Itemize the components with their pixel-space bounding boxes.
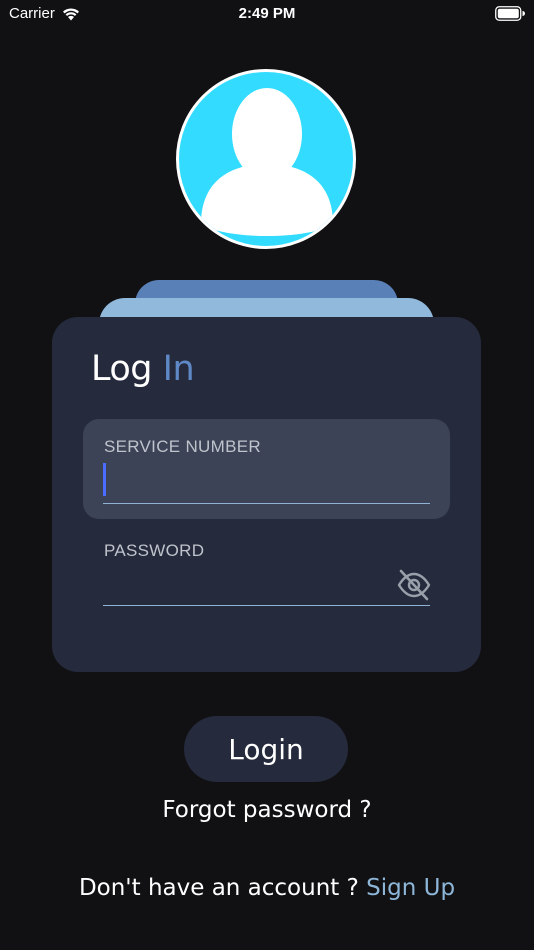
password-input[interactable] [103,565,393,597]
card-title-in: In [162,349,195,389]
password-field[interactable]: PASSWORD [83,523,450,609]
service-number-underline [103,503,430,504]
forgot-password-link[interactable]: Forgot password ? [0,797,534,823]
login-card: Log In SERVICE NUMBER PASSWORD [52,317,481,672]
password-underline [103,605,430,606]
signup-row: Don't have an account ? Sign Up [0,875,534,901]
signup-link[interactable]: Sign Up [366,875,455,901]
avatar [176,69,356,249]
eye-slash-icon[interactable] [396,567,432,603]
user-silhouette-icon [201,88,333,236]
password-label: PASSWORD [104,541,205,560]
service-number-label: SERVICE NUMBER [104,437,261,456]
service-number-field[interactable]: SERVICE NUMBER [83,419,450,519]
status-bar: Carrier 2:49 PM [0,0,534,30]
service-number-input[interactable] [103,463,430,495]
status-time: 2:49 PM [238,5,296,22]
login-button[interactable]: Login [184,716,348,782]
signup-prompt: Don't have an account ? [78,875,359,901]
card-title-log: Log [91,349,153,389]
text-cursor [103,463,106,496]
card-title: Log In [91,349,195,389]
battery-icon [495,6,525,21]
